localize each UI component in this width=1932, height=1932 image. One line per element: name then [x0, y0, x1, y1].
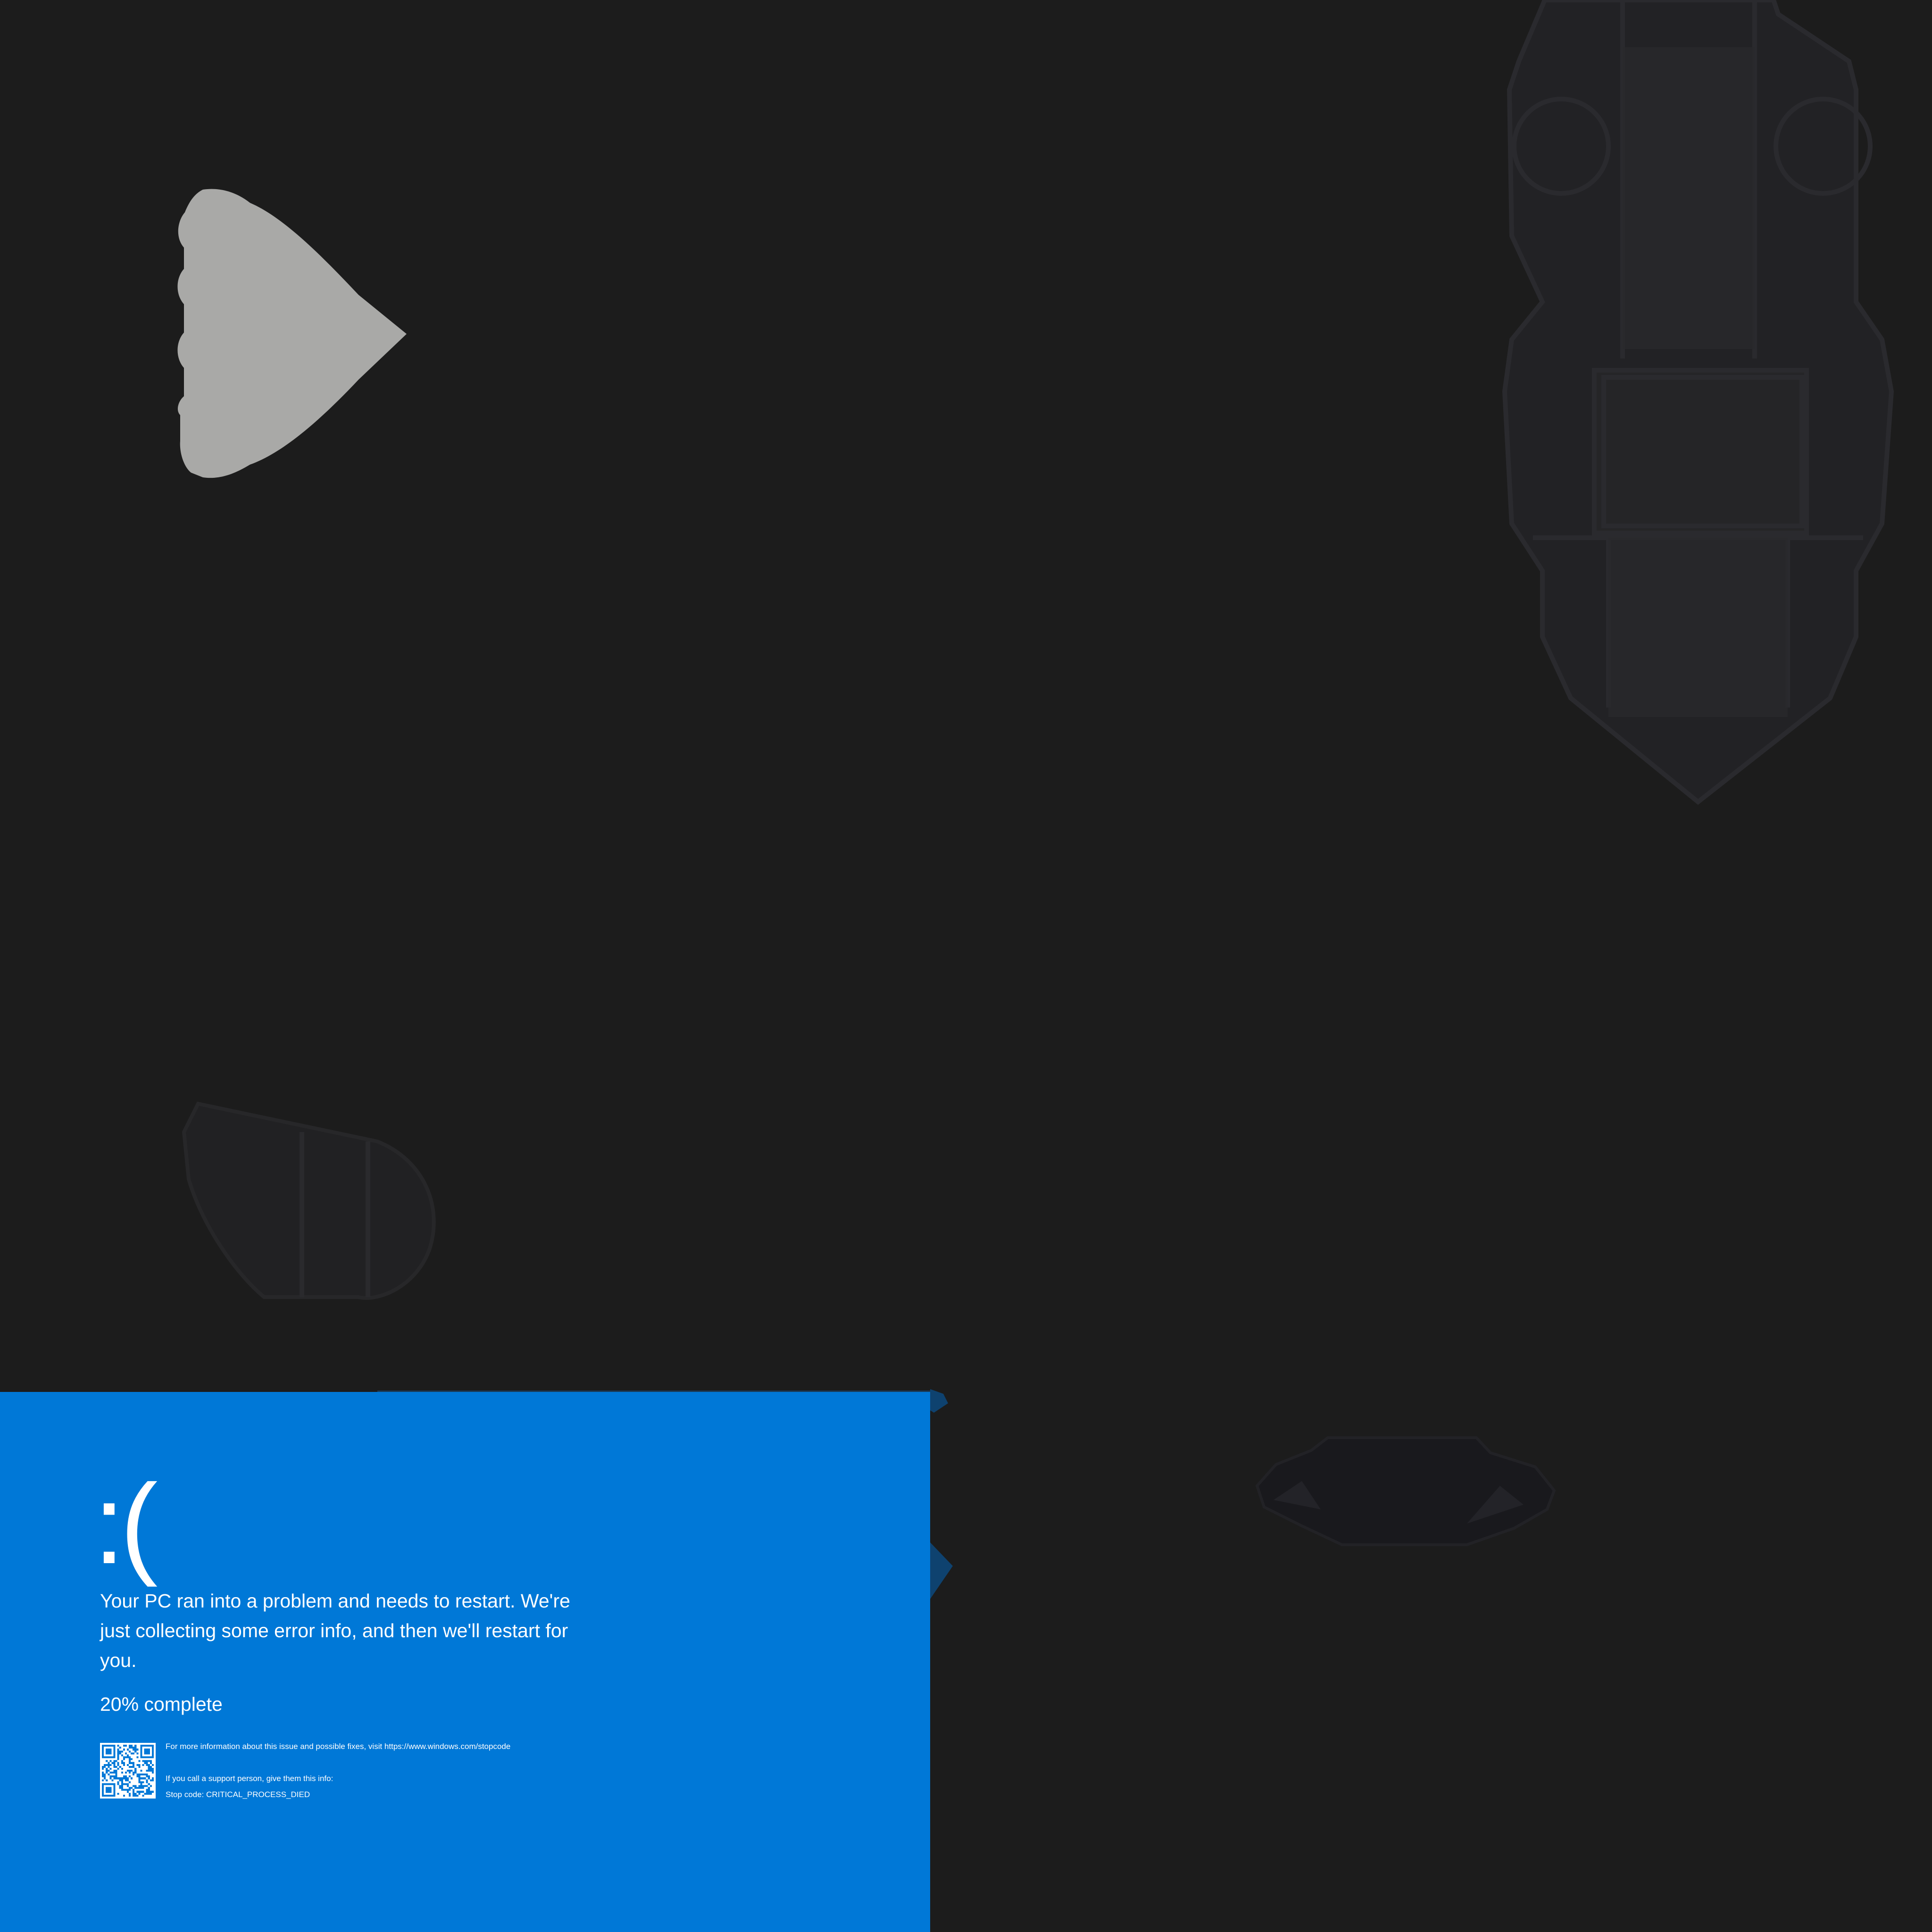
- stop-code-text: Stop code: CRITICAL_PROCESS_DIED: [166, 1790, 310, 1799]
- blue-screen-panel: :( Your PC ran into a problem and needs …: [0, 1392, 930, 1932]
- progress-text: 20% complete: [100, 1693, 223, 1715]
- more-info-text: For more information about this issue an…: [166, 1742, 511, 1751]
- support-person-text: If you call a support person, give them …: [166, 1774, 333, 1783]
- support-info: For more information about this issue an…: [166, 1741, 637, 1800]
- error-message: Your PC ran into a problem and needs to …: [100, 1590, 570, 1671]
- qr-code-icon: [100, 1743, 156, 1799]
- desktop-background: :( Your PC ran into a problem and needs …: [0, 0, 1932, 1932]
- sad-face-emoticon: :(: [93, 1461, 158, 1587]
